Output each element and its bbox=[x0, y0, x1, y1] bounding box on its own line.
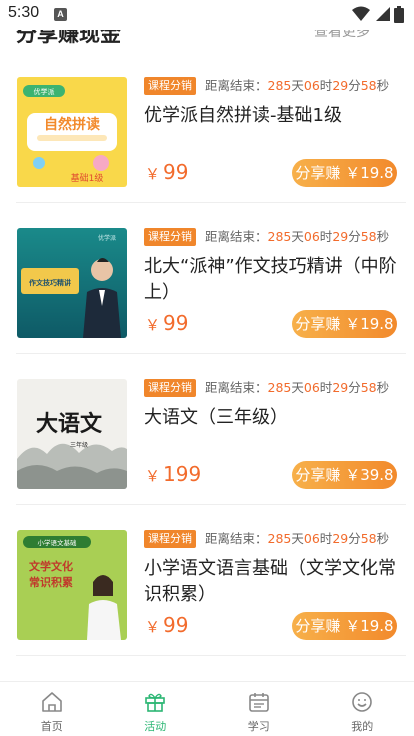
course-thumbnail: 小学语文基础 文学文化 常识积累 bbox=[17, 530, 127, 640]
course-title: 北大“派神”作文技巧精讲（中阶上） bbox=[144, 256, 397, 303]
course-item[interactable]: 优学派 自然拼读 基础1级 课程分销 距离结束：285天06时29分58秒 优学… bbox=[0, 52, 414, 203]
share-earn-button[interactable]: 分享赚 ￥19.8 bbox=[292, 612, 397, 640]
home-icon bbox=[41, 692, 62, 712]
thumb-level: 基础1级 bbox=[71, 172, 104, 184]
tab-mine[interactable]: 我的 bbox=[311, 682, 414, 736]
course-item[interactable]: 小学语文基础 文学文化 常识积累 课程分销 距离结束：285天06时29分58秒… bbox=[0, 505, 414, 656]
gift-icon bbox=[145, 693, 166, 712]
course-thumbnail: 作文技巧精讲 优学派 bbox=[17, 228, 127, 338]
thumb-main-text: 作文技巧精讲 bbox=[29, 278, 71, 287]
countdown: 距离结束：285天06时29分58秒 bbox=[205, 380, 390, 395]
thumb-badge: 小学语文基础 bbox=[38, 538, 78, 547]
bottom-tab-bar: 首页 活动 学习 我的 bbox=[0, 681, 414, 736]
tab-label: 活动 bbox=[144, 720, 167, 733]
countdown: 距离结束：285天06时29分58秒 bbox=[205, 78, 390, 93]
share-earn-button[interactable]: 分享赚 ￥39.8 bbox=[292, 461, 397, 489]
tab-label: 学习 bbox=[247, 720, 270, 733]
course-tag: 课程分销 bbox=[144, 77, 196, 95]
battery-icon bbox=[394, 5, 404, 23]
tab-home[interactable]: 首页 bbox=[0, 682, 104, 736]
course-tag: 课程分销 bbox=[144, 228, 196, 246]
tab-label: 首页 bbox=[40, 720, 63, 733]
calendar-icon bbox=[248, 693, 269, 712]
course-list: 优学派 自然拼读 基础1级 课程分销 距离结束：285天06时29分58秒 优学… bbox=[0, 52, 414, 656]
share-earn-button[interactable]: 分享赚 ￥19.8 bbox=[292, 159, 397, 187]
course-price: ￥ 99 bbox=[145, 613, 189, 637]
tab-activity[interactable]: 活动 bbox=[104, 682, 208, 736]
signal-icon bbox=[376, 7, 390, 21]
section-title: 分享赚现金 bbox=[16, 30, 121, 46]
section-header: 分享赚现金 查看更多 bbox=[0, 30, 414, 52]
thumb-main-text: 大语文 bbox=[36, 411, 103, 437]
status-indicators bbox=[352, 5, 404, 23]
tab-label: 我的 bbox=[351, 720, 374, 733]
course-title: 优学派自然拼读-基础1级 bbox=[144, 105, 342, 126]
smile-icon bbox=[352, 692, 373, 712]
course-thumbnail: 大语文 三年级 bbox=[17, 379, 127, 489]
divider bbox=[16, 655, 406, 656]
course-title: 小学语文语言基础（文学文化常识积累） bbox=[144, 558, 396, 605]
share-earn-button[interactable]: 分享赚 ￥19.8 bbox=[292, 310, 397, 338]
thumb-main-line1: 文学文化 bbox=[29, 559, 73, 573]
course-thumbnail: 优学派 自然拼读 基础1级 bbox=[17, 77, 127, 187]
course-price: ￥ 99 bbox=[145, 311, 189, 335]
course-item[interactable]: 大语文 三年级 课程分销 距离结束：285天06时29分58秒 大语文（三年级）… bbox=[0, 354, 414, 505]
course-price: ￥ 99 bbox=[145, 160, 189, 184]
course-tag: 课程分销 bbox=[144, 530, 196, 548]
tab-study[interactable]: 学习 bbox=[207, 682, 311, 736]
course-price: ￥ 199 bbox=[145, 462, 202, 486]
thumb-brand: 优学派 bbox=[34, 87, 55, 96]
status-bar: 5:30 A bbox=[0, 0, 414, 30]
thumb-sub-text: 三年级 bbox=[70, 441, 88, 449]
status-time: 5:30 bbox=[8, 4, 40, 21]
thumb-main-line2: 常识积累 bbox=[29, 575, 73, 589]
course-item[interactable]: 作文技巧精讲 优学派 课程分销 距离结束：285天06时29分58秒 北大“派神… bbox=[0, 203, 414, 354]
notification-app-icon: A bbox=[54, 8, 67, 21]
countdown: 距离结束：285天06时29分58秒 bbox=[205, 229, 390, 244]
thumb-brand: 优学派 bbox=[98, 234, 116, 242]
course-tag: 课程分销 bbox=[144, 379, 196, 397]
section-more-link[interactable]: 查看更多 bbox=[314, 30, 370, 41]
thumb-main-text: 自然拼读 bbox=[44, 116, 100, 133]
wifi-icon bbox=[352, 6, 370, 21]
countdown: 距离结束：285天06时29分58秒 bbox=[205, 531, 390, 546]
course-title: 大语文（三年级） bbox=[144, 407, 288, 428]
